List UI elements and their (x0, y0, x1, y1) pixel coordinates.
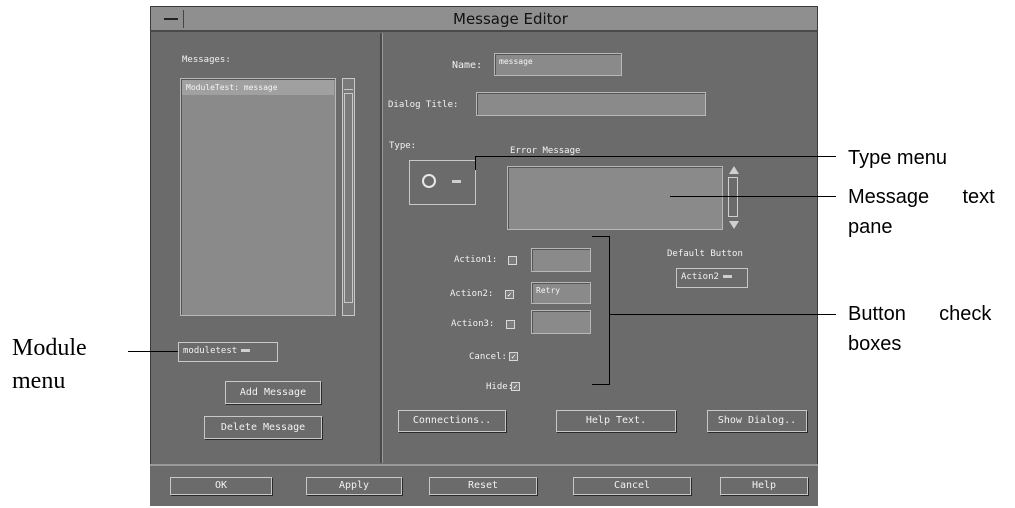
action1-value (532, 249, 590, 255)
help-text-button[interactable]: Help Text. (556, 410, 676, 432)
action3-checkbox[interactable] (506, 320, 515, 329)
window-title: Message Editor (453, 10, 568, 28)
help-button[interactable]: Help (720, 477, 808, 495)
scroll-thumb[interactable] (728, 177, 738, 217)
default-button-value: Action2 (681, 272, 719, 282)
dialog-title-field[interactable] (476, 92, 706, 116)
delete-message-button[interactable]: Delete Message (204, 416, 322, 439)
button-check-boxes-callout-2: boxes (848, 333, 902, 355)
list-item[interactable]: ModuleTest: message (182, 80, 334, 95)
connections-button[interactable]: Connections.. (398, 410, 506, 432)
message-text-scrollbar[interactable] (727, 166, 741, 230)
menu-dash-icon (722, 275, 732, 278)
module-menu-callout-line (128, 351, 178, 352)
error-glyph-icon (422, 174, 436, 188)
messages-list[interactable]: ModuleTest: message (180, 78, 336, 316)
reset-button[interactable]: Reset (429, 477, 537, 495)
scroll-up-arrow-icon[interactable] (729, 166, 739, 174)
messages-scrollbar[interactable] (342, 78, 355, 316)
panel-divider (380, 33, 383, 463)
button-check-boxes-callout-1: Button check (848, 303, 992, 325)
action1-label: Action1: (454, 255, 498, 265)
apply-button[interactable]: Apply (306, 477, 402, 495)
text-pane-callout-line (670, 196, 836, 197)
checkbox-bracket-bottom (592, 384, 610, 385)
type-menu[interactable] (409, 160, 476, 205)
message-text-pane[interactable] (507, 166, 723, 230)
message-text-pane-callout-2: pane (848, 216, 893, 238)
type-value-label: Error Message (510, 146, 581, 156)
add-message-button[interactable]: Add Message (225, 381, 321, 404)
show-dialog-button[interactable]: Show Dialog.. (707, 410, 807, 432)
window-menu-icon[interactable] (158, 10, 184, 28)
default-button-menu[interactable]: Action2 (676, 268, 748, 288)
action2-field[interactable]: Retry (531, 282, 591, 304)
module-menu-value: moduletest (183, 346, 238, 356)
type-menu-callout-line-v (475, 156, 476, 170)
name-label: Name: (452, 60, 483, 71)
action1-field[interactable] (531, 248, 591, 272)
cancel-button[interactable]: Cancel (573, 477, 691, 495)
hide-label: Hide: (486, 382, 514, 392)
messages-label: Messages: (182, 55, 231, 65)
module-menu[interactable]: moduletest (178, 342, 278, 362)
action3-field[interactable] (531, 310, 591, 334)
type-menu-callout-line-h (475, 156, 836, 157)
action1-checkbox[interactable] (508, 256, 517, 265)
action2-checkbox[interactable]: ✓ (505, 290, 514, 299)
menu-dash-icon (241, 349, 251, 352)
name-value: message (499, 57, 533, 66)
cancel-label: Cancel: (469, 352, 507, 362)
scroll-up-arrow-icon[interactable] (344, 80, 353, 90)
checkbox-bracket-vertical (609, 236, 610, 384)
scroll-down-arrow-icon[interactable] (729, 221, 739, 229)
checkbox-bracket-top (592, 236, 610, 237)
dialog-title-value (477, 93, 705, 99)
default-button-label: Default Button (667, 249, 743, 259)
hide-checkbox[interactable]: ✓ (511, 382, 520, 391)
module-menu-callout-1: Module (12, 335, 87, 361)
action2-value: Retry (536, 286, 561, 295)
cancel-checkbox[interactable]: ✓ (509, 352, 518, 361)
action3-value (532, 311, 590, 317)
ok-button[interactable]: OK (170, 477, 272, 495)
name-field[interactable]: message (494, 53, 622, 76)
message-text-pane-callout-1: Message text (848, 186, 995, 208)
action3-label: Action3: (451, 319, 495, 329)
dialog-title-label: Dialog Title: (388, 100, 459, 110)
scroll-thumb[interactable] (344, 93, 353, 303)
type-label: Type: (389, 141, 417, 151)
type-menu-callout: Type menu (848, 147, 947, 169)
message-text-value (508, 167, 722, 173)
checkbox-callout-line (609, 314, 836, 315)
menu-dash-icon (452, 180, 461, 183)
module-menu-callout-2: menu (12, 368, 66, 394)
action2-label: Action2: (450, 289, 494, 299)
